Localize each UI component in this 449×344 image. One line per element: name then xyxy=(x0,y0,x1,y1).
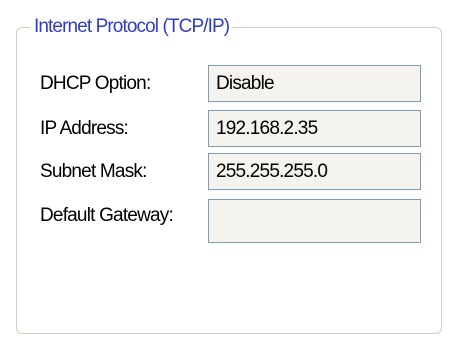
dhcp-option-field[interactable]: Disable xyxy=(208,65,421,102)
tcpip-settings-panel: Internet Protocol (TCP/IP) DHCP Option: … xyxy=(0,0,449,344)
group-title: Internet Protocol (TCP/IP) xyxy=(30,15,233,39)
subnet-mask-field[interactable]: 255.255.255.0 xyxy=(208,153,421,190)
dhcp-option-label: DHCP Option: xyxy=(40,73,151,94)
default-gateway-field[interactable] xyxy=(208,199,421,243)
ip-address-field[interactable]: 192.168.2.35 xyxy=(208,110,421,147)
ip-address-label: IP Address: xyxy=(40,118,129,139)
default-gateway-label: Default Gateway: xyxy=(40,205,174,226)
subnet-mask-label: Subnet Mask: xyxy=(40,161,147,182)
